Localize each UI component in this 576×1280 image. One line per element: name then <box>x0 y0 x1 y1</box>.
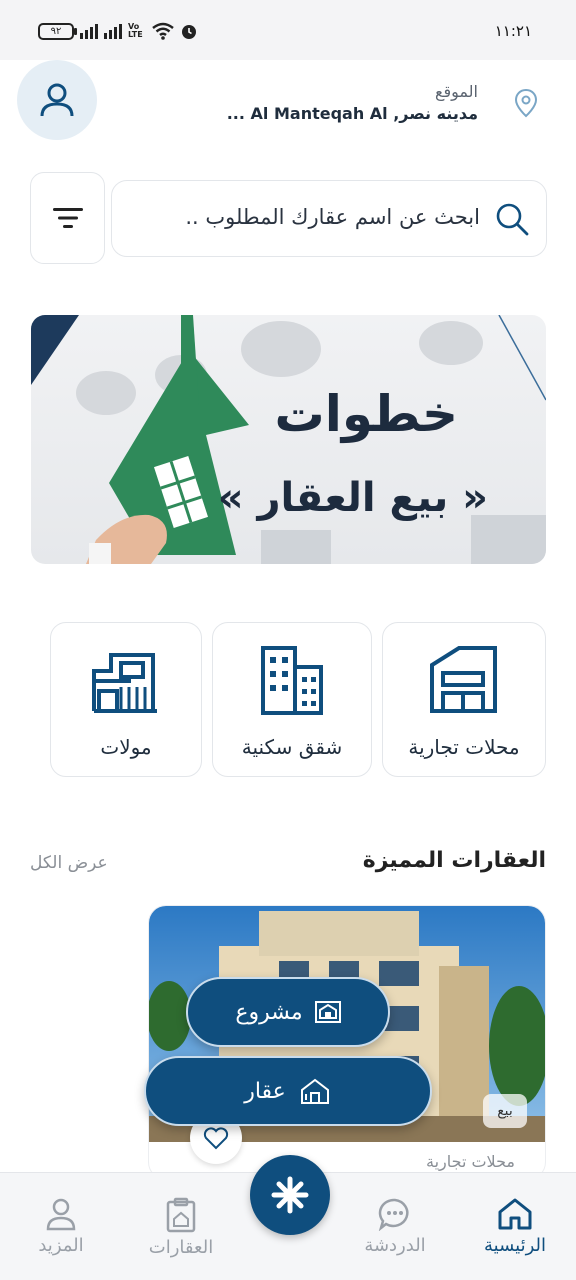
nav-more[interactable]: المزيد <box>6 1197 116 1256</box>
location-value[interactable]: مدينه نصر, Al Manteqah Al ... <box>227 104 478 123</box>
nav-label: المزيد <box>38 1235 84 1256</box>
status-time: ١١:٢١ <box>494 22 532 40</box>
chat-icon <box>378 1198 409 1231</box>
category-shops[interactable]: محلات تجارية <box>382 622 546 777</box>
wifi-icon <box>152 22 174 40</box>
nav-chat[interactable]: الدردشة <box>340 1197 450 1256</box>
mall-icon <box>92 653 157 713</box>
category-apartments[interactable]: شقق سكنية <box>212 622 372 777</box>
category-label: محلات تجارية <box>408 735 520 759</box>
home-icon <box>498 1198 532 1230</box>
alarm-icon <box>182 25 196 39</box>
search-input[interactable]: ابحث عن اسم عقارك المطلوب .. <box>111 180 547 257</box>
location-pin-icon[interactable] <box>514 88 538 118</box>
project-icon <box>314 1001 341 1023</box>
location-label: الموقع <box>435 82 478 101</box>
close-icon <box>271 1176 309 1214</box>
user-icon <box>46 1198 76 1231</box>
add-property-label: عقار <box>244 1078 286 1104</box>
add-project-button[interactable]: مشروع <box>186 977 390 1047</box>
category-label: شقق سكنية <box>241 735 343 759</box>
search-placeholder: ابحث عن اسم عقارك المطلوب .. <box>185 205 480 229</box>
promo-banner[interactable]: خطوات « بيع العقار » <box>31 315 546 564</box>
filter-icon <box>52 208 83 228</box>
profile-avatar-button[interactable] <box>17 60 97 140</box>
nav-home[interactable]: الرئيسية <box>460 1197 570 1256</box>
nav-label: الرئيسية <box>484 1235 546 1256</box>
battery-icon: ٩٢ <box>38 22 77 40</box>
properties-icon <box>166 1197 196 1233</box>
volte-label: Vo LTE <box>128 22 143 39</box>
featured-title: العقارات المميزة <box>362 848 546 873</box>
status-icons: ٩٢ Vo LTE <box>38 22 198 40</box>
add-property-button[interactable]: عقار <box>144 1056 432 1126</box>
banner-subtitle: « بيع العقار » <box>217 475 488 521</box>
signal-icon-2 <box>104 23 122 39</box>
see-all-link[interactable]: عرض الكل <box>30 853 108 873</box>
banner-title: خطوات <box>274 385 458 443</box>
nav-label: الدردشة <box>364 1235 426 1256</box>
nav-properties[interactable]: العقارات <box>126 1197 236 1258</box>
search-icon <box>496 203 529 236</box>
property-type: محلات تجارية <box>425 1152 515 1171</box>
header: الموقع مدينه نصر, Al Manteqah Al ... <box>0 60 576 150</box>
filter-button[interactable] <box>30 172 105 264</box>
add-project-label: مشروع <box>235 999 303 1025</box>
category-label: مولات <box>100 735 152 759</box>
heart-icon <box>203 1127 229 1150</box>
status-bar: ٩٢ Vo LTE ١١:٢١ <box>0 0 576 60</box>
signal-icon <box>80 23 98 39</box>
nav-label: العقارات <box>148 1237 214 1258</box>
property-icon <box>300 1078 329 1104</box>
category-malls[interactable]: مولات <box>50 622 202 777</box>
shop-icon <box>430 646 497 713</box>
apartment-building-icon <box>261 646 323 715</box>
close-fab-button[interactable] <box>250 1155 330 1235</box>
sale-badge: بيع <box>483 1094 527 1128</box>
user-icon <box>40 83 74 117</box>
